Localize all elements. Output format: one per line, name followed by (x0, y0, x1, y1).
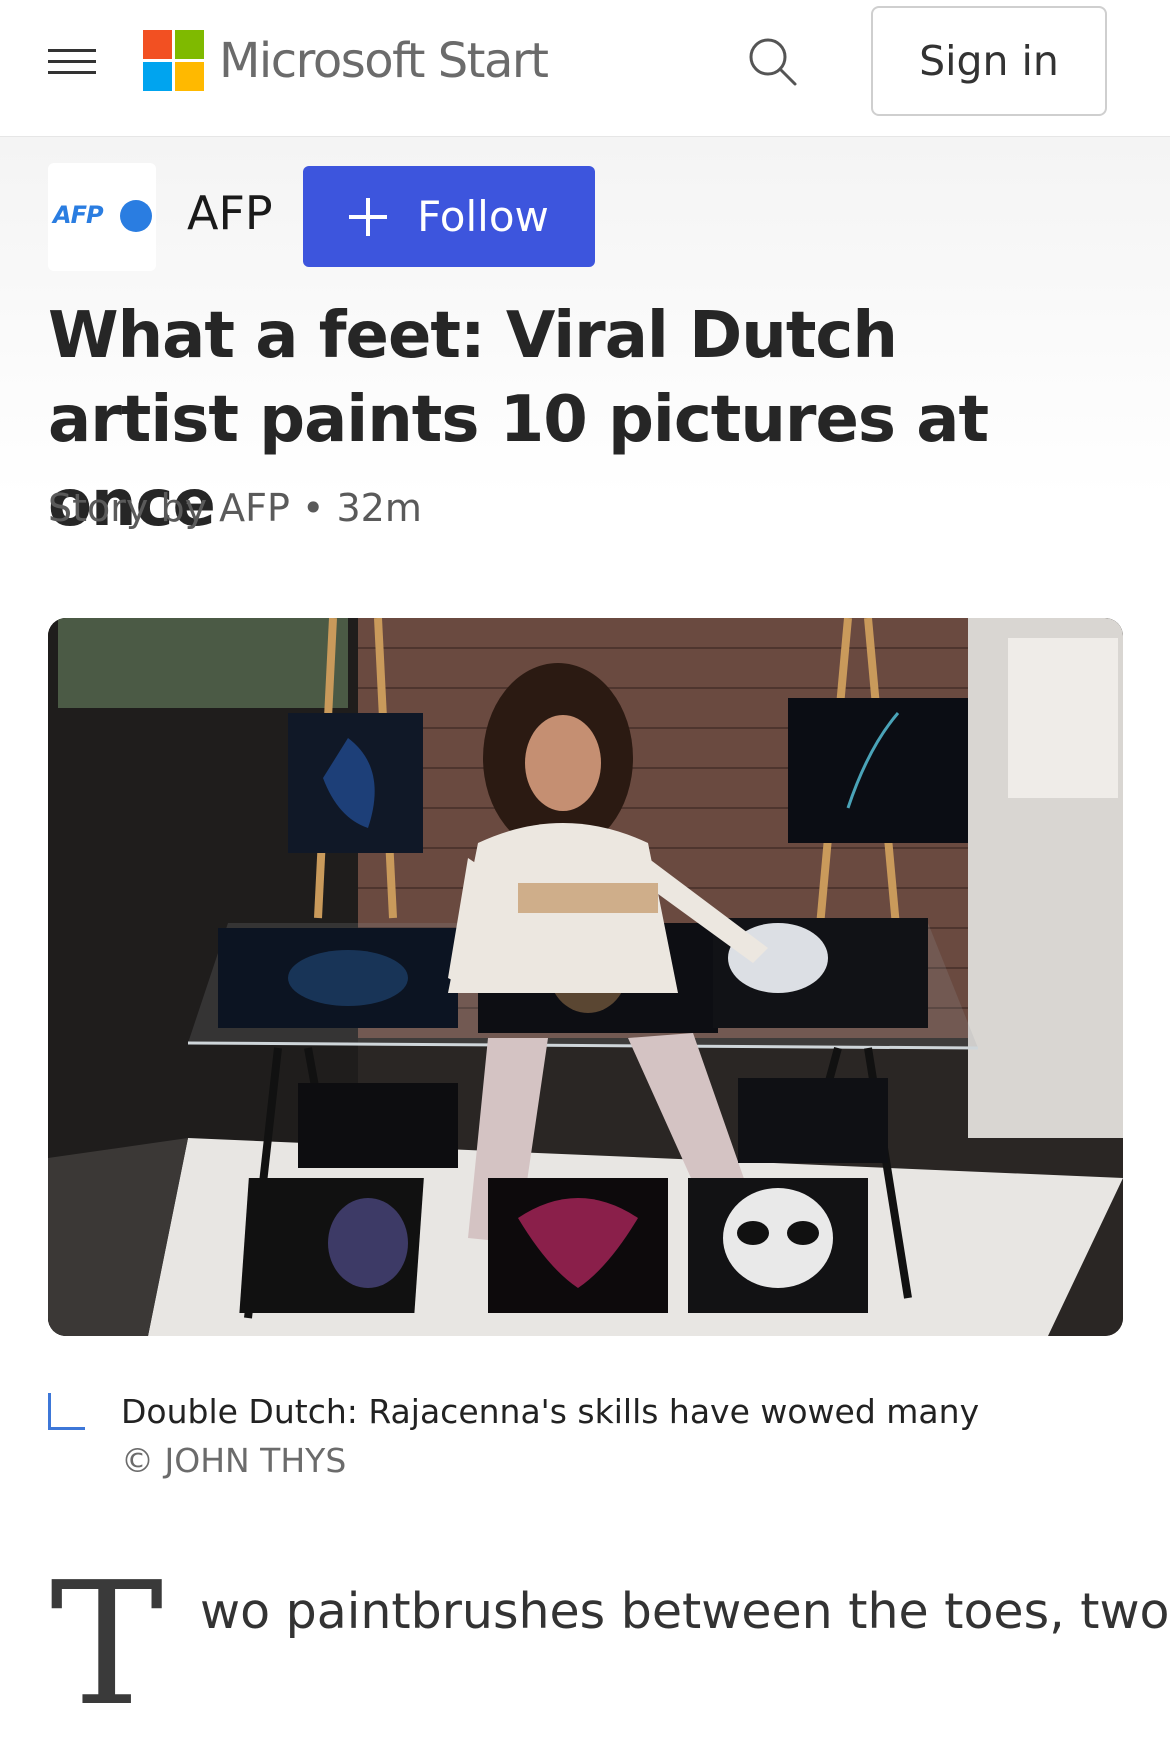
photo-caption: Double Dutch: Rajacenna's skills have wo… (121, 1392, 980, 1431)
microsoft-logo[interactable] (143, 30, 204, 91)
search-icon[interactable] (745, 34, 801, 90)
publisher-name[interactable]: AFP (187, 186, 273, 240)
publisher-logo-text: AFP (53, 201, 104, 229)
publisher-logo[interactable]: AFP (48, 163, 156, 271)
photo-credit: © JOHN THYS (121, 1441, 347, 1480)
article-body-first-line: wo paintbrushes between the toes, two (200, 1583, 1170, 1640)
top-nav-bar: Microsoft Start Sign in (0, 0, 1170, 137)
caption-corner-icon (48, 1393, 85, 1430)
follow-label: Follow (417, 192, 549, 241)
brand-name[interactable]: Microsoft Start (219, 30, 549, 92)
article-byline: Story by AFP • 32m (48, 486, 422, 530)
drop-cap: T (50, 1546, 164, 1744)
afp-dot-icon (120, 200, 152, 232)
article-photo[interactable] (48, 618, 1123, 1336)
menu-icon[interactable] (48, 46, 96, 78)
plus-icon (349, 197, 388, 236)
follow-button[interactable]: Follow (303, 166, 595, 267)
sign-in-button[interactable]: Sign in (871, 6, 1107, 116)
